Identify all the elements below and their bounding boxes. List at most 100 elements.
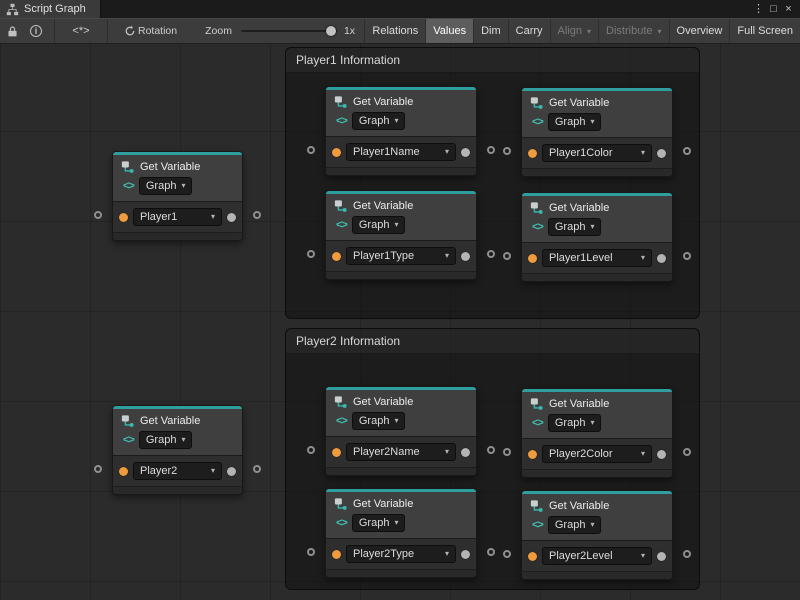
scope-dropdown[interactable]: Graph ▾ (352, 216, 406, 234)
get-variable-node-player2[interactable]: Get Variable<>Graph▾Player2▾ (112, 405, 243, 495)
outer-input-port[interactable] (307, 250, 315, 258)
close-icon[interactable]: × (781, 0, 796, 18)
outer-input-port[interactable] (503, 448, 511, 456)
zoom-slider[interactable] (241, 24, 337, 38)
info-icon[interactable]: i (24, 19, 48, 43)
variable-name-dropdown[interactable]: Player2Name▾ (346, 443, 456, 461)
outer-output-port[interactable] (253, 465, 261, 473)
variable-name-dropdown[interactable]: Player1Color▾ (542, 144, 652, 162)
node-port-row: Player1Level▾ (522, 242, 672, 273)
value-output-port[interactable] (657, 450, 666, 459)
outer-input-port[interactable] (307, 548, 315, 556)
outer-input-port[interactable] (94, 211, 102, 219)
scope-dropdown[interactable]: Graph▾ (548, 414, 602, 432)
outer-output-port[interactable] (487, 446, 495, 454)
toolbar-button-full-screen[interactable]: Full Screen (729, 19, 800, 43)
variable-input-port[interactable] (528, 552, 537, 561)
caret-icon: ▾ (394, 218, 398, 232)
toolbar-button-dim[interactable]: Dim (473, 19, 508, 43)
toolbar-button-carry[interactable]: Carry (508, 19, 550, 43)
toolbar-button-relations[interactable]: Relations (364, 19, 425, 43)
variable-input-port[interactable] (332, 252, 341, 261)
get-variable-node-player2level[interactable]: Get Variable<>Graph▾Player2Level▾ (521, 490, 673, 580)
variable-name-label: Player1Type (353, 249, 414, 263)
scope-dropdown[interactable]: Graph▾ (548, 516, 602, 534)
maximize-icon[interactable]: □ (766, 0, 781, 18)
outer-input-port[interactable] (307, 146, 315, 154)
outer-output-port[interactable] (683, 550, 691, 558)
outer-input-port[interactable] (503, 147, 511, 155)
window-menu-icon[interactable]: ⋮ (751, 0, 766, 18)
variable-name-dropdown[interactable]: Player1Type▾ (346, 247, 456, 265)
outer-output-port[interactable] (253, 211, 261, 219)
scope-dropdown[interactable]: Graph▾ (352, 514, 406, 532)
variable-input-port[interactable] (332, 148, 341, 157)
outer-output-port[interactable] (683, 147, 691, 155)
variable-input-port[interactable] (332, 550, 341, 559)
value-output-port[interactable] (657, 552, 666, 561)
outer-output-port[interactable] (683, 252, 691, 260)
lock-icon[interactable] (0, 19, 24, 43)
value-output-port[interactable] (657, 254, 666, 263)
value-output-port[interactable] (461, 550, 470, 559)
graph-code-icon: <> (336, 219, 347, 231)
variable-input-port[interactable] (528, 149, 537, 158)
variable-name-dropdown[interactable]: Player1Name▾ (346, 143, 456, 161)
value-output-port[interactable] (461, 448, 470, 457)
scope-dropdown[interactable]: Graph▾ (139, 431, 193, 449)
value-output-port[interactable] (657, 149, 666, 158)
variable-name-dropdown[interactable]: Player2Level▾ (542, 547, 652, 565)
outer-output-port[interactable] (487, 250, 495, 258)
caret-icon: ▾ (641, 447, 645, 461)
scope-dropdown-label: Graph (146, 433, 177, 447)
value-output-port[interactable] (227, 213, 236, 222)
script-graph-icon (6, 3, 19, 16)
get-variable-node-player2type[interactable]: Get Variable<>Graph▾Player2Type▾ (325, 488, 477, 578)
scope-dropdown[interactable]: Graph▾ (139, 177, 193, 195)
value-output-port[interactable] (461, 252, 470, 261)
get-variable-node-player2color[interactable]: Get Variable<>Graph▾Player2Color▾ (521, 388, 673, 478)
variable-name-dropdown[interactable]: Player2▾ (133, 462, 222, 480)
graph-canvas[interactable]: Player1 InformationPlayer2 InformationGe… (0, 44, 800, 600)
scope-dropdown[interactable]: Graph▾ (548, 113, 602, 131)
outer-output-port[interactable] (487, 548, 495, 556)
scope-dropdown[interactable]: Graph▾ (352, 112, 406, 130)
scope-dropdown-label: Graph (359, 218, 390, 232)
variable-icon (121, 414, 135, 428)
variable-name-dropdown[interactable]: Player1Level▾ (542, 249, 652, 267)
get-variable-node-player2name[interactable]: Get Variable<>Graph▾Player2Name▾ (325, 386, 477, 476)
get-variable-node-player1type[interactable]: Get Variable<>Graph▾Player1Type▾ (325, 190, 477, 280)
variable-name-dropdown[interactable]: Player2Type▾ (346, 545, 456, 563)
get-variable-node-player1[interactable]: Get Variable<>Graph▾Player1▾ (112, 151, 243, 241)
node-header: Get Variable (326, 492, 476, 512)
scope-dropdown[interactable]: Graph▾ (352, 412, 406, 430)
zoom-slider-knob[interactable] (326, 26, 336, 36)
scope-dropdown-label: Graph (359, 516, 390, 530)
outer-input-port[interactable] (94, 465, 102, 473)
outer-input-port[interactable] (503, 550, 511, 558)
tab-script-graph[interactable]: Script Graph (0, 0, 101, 18)
variable-input-port[interactable] (528, 254, 537, 263)
get-variable-node-player1level[interactable]: Get Variable<>Graph▾Player1Level▾ (521, 192, 673, 282)
value-output-port[interactable] (227, 467, 236, 476)
variable-input-port[interactable] (332, 448, 341, 457)
toolbar-button-overview[interactable]: Overview (669, 19, 730, 43)
outer-output-port[interactable] (683, 448, 691, 456)
scope-dropdown[interactable]: Graph▾ (548, 218, 602, 236)
outer-input-port[interactable] (503, 252, 511, 260)
variable-input-port[interactable] (119, 467, 128, 476)
variable-name-dropdown[interactable]: Player2Color▾ (542, 445, 652, 463)
toolbar-button-values[interactable]: Values (425, 19, 473, 43)
outer-input-port[interactable] (307, 446, 315, 454)
caret-icon: ▾ (181, 179, 185, 193)
variable-name-dropdown[interactable]: Player1▾ (133, 208, 222, 226)
variable-input-port[interactable] (528, 450, 537, 459)
get-variable-node-player1color[interactable]: Get Variable<>Graph▾Player1Color▾ (521, 87, 673, 177)
code-preview-toggle[interactable]: <*> (55, 19, 107, 43)
value-output-port[interactable] (461, 148, 470, 157)
toolbar-button-distribute: Distribute▾ (598, 19, 668, 43)
get-variable-node-player1name[interactable]: Get Variable<>Graph▾Player1Name▾ (325, 86, 477, 176)
outer-output-port[interactable] (487, 146, 495, 154)
variable-icon (334, 95, 348, 109)
variable-input-port[interactable] (119, 213, 128, 222)
